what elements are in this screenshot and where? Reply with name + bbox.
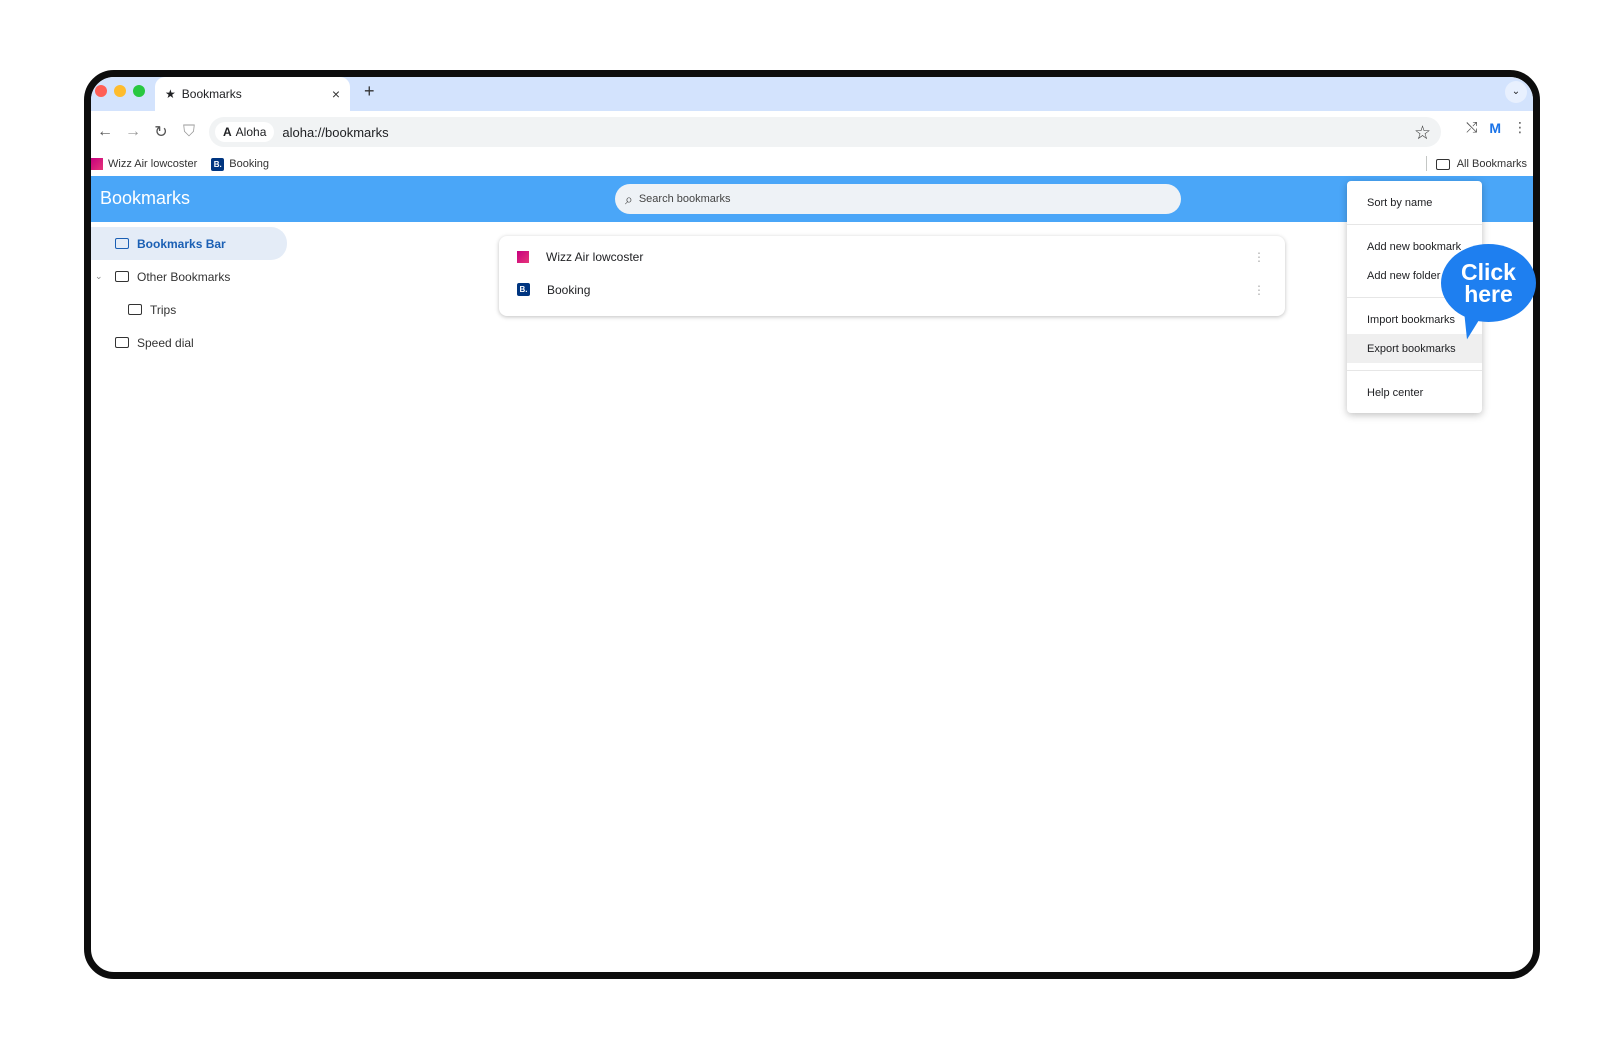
bookmark-booking[interactable]: B. Booking — [211, 157, 270, 171]
sidebar-item-label: Trips — [150, 302, 177, 317]
list-item-label: Booking — [547, 282, 591, 297]
wizz-favicon-icon — [91, 158, 103, 170]
search-placeholder: Search bookmarks — [638, 193, 731, 205]
star-icon: ★ — [165, 87, 176, 101]
wizz-favicon-icon — [517, 250, 529, 263]
all-bookmarks-label: All Bookmarks — [1456, 158, 1527, 170]
toolbar: ← → ↻ ⛉ A Aloha aloha://bookmarks ☆ ⤭ M … — [91, 111, 1533, 153]
menu-divider — [1347, 224, 1482, 225]
all-bookmarks-button[interactable]: All Bookmarks — [1435, 158, 1527, 170]
callout-line1: Click — [1461, 259, 1516, 285]
new-tab-button[interactable]: + — [364, 81, 375, 102]
divider — [1426, 156, 1427, 171]
aloha-logo-icon: A — [223, 125, 232, 139]
list-item[interactable]: B. Booking ⋮ — [499, 273, 1285, 306]
click-here-callout: Click here — [1441, 244, 1536, 322]
item-menu-icon[interactable]: ⋮ — [1253, 250, 1265, 264]
tab-bookmarks[interactable]: ★ Bookmarks × — [155, 77, 350, 111]
tab-title: Bookmarks — [181, 87, 242, 101]
folder-icon — [128, 304, 142, 315]
menu-item-sort-by-name[interactable]: Sort by name — [1347, 188, 1482, 217]
folder-icon — [115, 271, 129, 282]
browser-window: ★ Bookmarks × + ⌄ ← → ↻ ⛉ A Aloha aloha:… — [84, 70, 1540, 979]
bookmark-wizz[interactable]: Wizz Air lowcoster — [91, 158, 197, 170]
sidebar-item-bookmarks-bar[interactable]: Bookmarks Bar — [91, 227, 287, 260]
sidebar-item-label: Speed dial — [137, 335, 194, 350]
sidebar-item-other-bookmarks[interactable]: ⌄ Other Bookmarks — [91, 260, 287, 293]
profile-avatar[interactable]: M — [1489, 120, 1501, 136]
window-controls — [95, 85, 145, 97]
address-bar[interactable]: A Aloha aloha://bookmarks ☆ — [209, 117, 1441, 147]
chevron-down-icon[interactable]: ⌄ — [1505, 81, 1527, 103]
sidebar-item-label: Other Bookmarks — [137, 269, 231, 284]
site-chip[interactable]: A Aloha — [215, 122, 275, 142]
site-chip-label: Aloha — [235, 125, 267, 139]
bookmark-label: Booking — [229, 158, 270, 170]
shield-icon[interactable]: ⛉ — [175, 118, 203, 146]
list-item-label: Wizz Air lowcoster — [546, 249, 644, 264]
bookmark-label: Wizz Air lowcoster — [108, 158, 198, 170]
booking-favicon-icon: B. — [517, 283, 530, 296]
menu-divider — [1347, 370, 1482, 371]
extensions-icon[interactable]: ⤭ — [1466, 119, 1477, 136]
toolbar-right: ⤭ M ⋮ — [1466, 119, 1527, 136]
url-text[interactable]: aloha://bookmarks — [282, 125, 388, 140]
minimize-window-button[interactable] — [114, 85, 126, 97]
tab-close-icon[interactable]: × — [332, 86, 340, 102]
search-input[interactable]: ⌕ Search bookmarks — [615, 184, 1181, 214]
page-title: Bookmarks — [100, 188, 191, 208]
folder-tree: Bookmarks Bar ⌄ Other Bookmarks Trips Sp… — [91, 227, 287, 359]
list-item[interactable]: Wizz Air lowcoster ⋮ — [499, 240, 1285, 273]
item-menu-icon[interactable]: ⋮ — [1253, 283, 1265, 297]
back-button[interactable]: ← — [91, 118, 119, 146]
bookmark-star-icon[interactable]: ☆ — [1414, 122, 1431, 145]
maximize-window-button[interactable] — [133, 85, 145, 97]
menu-item-help-center[interactable]: Help center — [1347, 378, 1482, 407]
forward-button[interactable]: → — [119, 118, 147, 146]
folder-icon — [115, 238, 129, 249]
reload-button[interactable]: ↻ — [147, 118, 175, 146]
callout-line2: here — [1464, 281, 1513, 307]
bookmarks-bar: Wizz Air lowcoster B. Booking All Bookma… — [91, 153, 1533, 175]
booking-favicon-icon: B. — [211, 157, 225, 171]
sidebar-item-speed-dial[interactable]: Speed dial — [91, 326, 287, 359]
bookmarks-list: Wizz Air lowcoster ⋮ B. Booking ⋮ — [499, 236, 1285, 316]
close-window-button[interactable] — [95, 85, 107, 97]
folder-icon — [115, 337, 129, 348]
sidebar-item-trips[interactable]: Trips — [91, 293, 287, 326]
bookmarks-header: Bookmarks ⌕ Search bookmarks — [91, 176, 1533, 222]
chevron-down-icon[interactable]: ⌄ — [95, 271, 103, 282]
sidebar-item-label: Bookmarks Bar — [137, 236, 226, 251]
folder-icon — [1435, 158, 1450, 170]
more-menu-icon[interactable]: ⋮ — [1513, 119, 1527, 136]
search-icon: ⌕ — [625, 190, 633, 207]
tab-strip: ★ Bookmarks × + ⌄ — [91, 77, 1533, 111]
